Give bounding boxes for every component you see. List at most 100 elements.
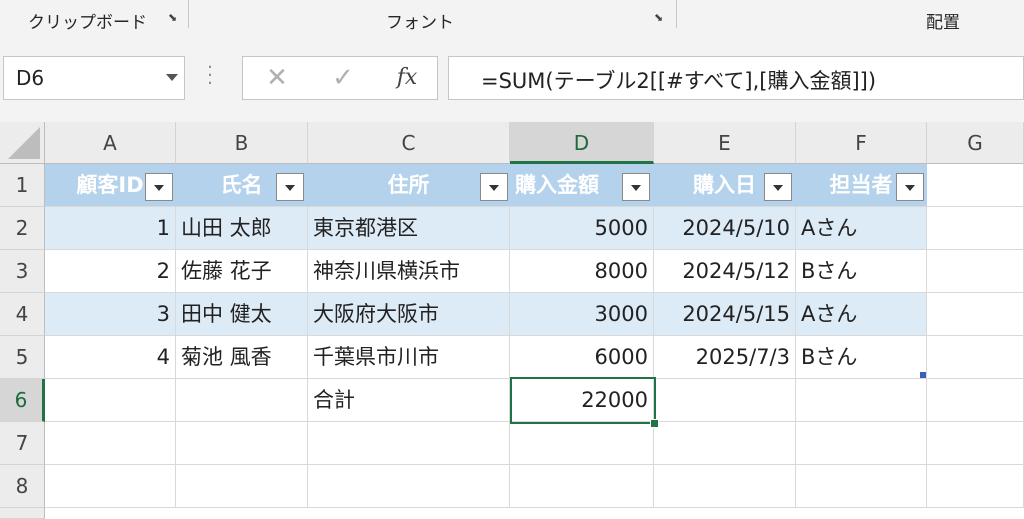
empty-cell[interactable] [510, 465, 654, 508]
row-header-5[interactable]: 5 [0, 336, 45, 379]
insert-function-icon[interactable]: fx [387, 61, 427, 95]
table-cell[interactable]: 6000 [510, 336, 654, 379]
table-header-name[interactable]: 氏名 [176, 164, 308, 207]
cancel-icon[interactable]: ✕ [257, 61, 297, 95]
table-cell[interactable]: 菊池 風香 [176, 336, 308, 379]
row-header-7[interactable]: 7 [0, 422, 45, 465]
active-cell-border [510, 377, 656, 424]
table-cell[interactable]: Aさん [796, 207, 927, 250]
empty-cell[interactable] [654, 379, 796, 422]
empty-cell[interactable] [654, 465, 796, 508]
empty-cell[interactable] [308, 465, 510, 508]
table-cell[interactable]: Aさん [796, 293, 927, 336]
empty-cell[interactable] [927, 379, 1024, 422]
row-header-3[interactable]: 3 [0, 250, 45, 293]
filter-dropdown-icon[interactable] [480, 173, 508, 201]
empty-cell[interactable] [927, 250, 1024, 293]
table-cell[interactable]: 2 [45, 250, 176, 293]
table-cell[interactable]: 2024/5/10 [654, 207, 796, 250]
empty-cell[interactable] [927, 207, 1024, 250]
empty-cell[interactable] [45, 422, 176, 465]
empty-cell[interactable] [308, 422, 510, 465]
table-header-purchase-amount[interactable]: 購入金額 [510, 164, 654, 207]
empty-cell[interactable] [796, 465, 927, 508]
filter-dropdown-icon[interactable] [145, 173, 173, 201]
table-header-label: 顧客ID [76, 173, 144, 197]
column-header-b[interactable]: B [176, 122, 308, 164]
empty-cell[interactable] [927, 465, 1024, 508]
table-cell[interactable]: 東京都港区 [308, 207, 510, 250]
table-header-address[interactable]: 住所 [308, 164, 510, 207]
table-cell[interactable]: 5000 [510, 207, 654, 250]
table-cell[interactable]: 1 [45, 207, 176, 250]
filter-dropdown-icon[interactable] [896, 173, 924, 201]
empty-cell[interactable] [927, 164, 1024, 207]
table-cell[interactable]: 千葉県市川市 [308, 336, 510, 379]
column-header-a[interactable]: A [45, 122, 176, 164]
table-cell[interactable]: 大阪府大阪市 [308, 293, 510, 336]
clipboard-dialog-launcher-icon[interactable]: ⬊ [168, 12, 180, 24]
table-header-label: 購入日 [693, 173, 756, 197]
row-header-6[interactable]: 6 [0, 379, 45, 422]
empty-cell[interactable] [176, 465, 308, 508]
fill-handle[interactable] [650, 419, 659, 428]
column-header-f[interactable]: F [796, 122, 927, 164]
row-header-8[interactable]: 8 [0, 465, 45, 508]
empty-cell[interactable] [45, 465, 176, 508]
filter-dropdown-icon[interactable] [764, 173, 792, 201]
empty-cell[interactable] [510, 422, 654, 465]
table-cell[interactable]: 神奈川県横浜市 [308, 250, 510, 293]
table-cell[interactable]: 8000 [510, 250, 654, 293]
more-options-icon[interactable]: · · · [207, 59, 213, 93]
table-cell[interactable]: Bさん [796, 250, 927, 293]
empty-cell[interactable] [927, 422, 1024, 465]
empty-cell[interactable] [176, 379, 308, 422]
empty-cell[interactable] [654, 422, 796, 465]
table-cell[interactable]: 山田 太郎 [176, 207, 308, 250]
row-header-4[interactable]: 4 [0, 293, 45, 336]
empty-cell[interactable] [927, 336, 1024, 379]
row-header-2[interactable]: 2 [0, 207, 45, 250]
formula-input[interactable]: =SUM(テーブル2[[#すべて],[購入金額]]) [448, 56, 1024, 100]
table-cell[interactable]: Bさん [796, 336, 927, 379]
empty-cell[interactable] [176, 422, 308, 465]
font-dialog-launcher-icon[interactable]: ⬊ [654, 12, 666, 24]
column-header-c[interactable]: C [308, 122, 510, 164]
column-header-d[interactable]: D [510, 122, 654, 164]
table-header-purchase-date[interactable]: 購入日 [654, 164, 796, 207]
column-header-e[interactable]: E [654, 122, 796, 164]
filter-dropdown-icon[interactable] [622, 173, 650, 201]
name-box-value: D6 [16, 66, 45, 90]
table-header-label: 購入金額 [515, 173, 599, 197]
empty-cell[interactable] [927, 293, 1024, 336]
ribbon-group-font-label: フォント [386, 13, 454, 33]
filter-dropdown-icon[interactable] [276, 173, 304, 201]
row-header-1[interactable]: 1 [0, 164, 45, 207]
formula-buttons: ✕ ✓ fx [242, 56, 438, 100]
table-cell[interactable]: 3 [45, 293, 176, 336]
table-cell[interactable]: 佐藤 花子 [176, 250, 308, 293]
table-cell[interactable]: 3000 [510, 293, 654, 336]
ribbon-group-clipboard-label: クリップボード [28, 13, 147, 33]
select-all-corner[interactable] [0, 122, 45, 164]
table-header-label: 担当者 [829, 173, 893, 197]
table-cell[interactable]: 2025/7/3 [654, 336, 796, 379]
empty-cell[interactable] [796, 379, 927, 422]
table-header-customer-id[interactable]: 顧客ID [45, 164, 176, 207]
empty-cell[interactable] [45, 379, 176, 422]
table-header-staff[interactable]: 担当者 [796, 164, 927, 207]
empty-cell[interactable] [796, 422, 927, 465]
table-cell[interactable]: 2024/5/12 [654, 250, 796, 293]
column-header-g[interactable]: G [927, 122, 1024, 164]
table-cell[interactable]: 2024/5/15 [654, 293, 796, 336]
table-cell[interactable]: 田中 健太 [176, 293, 308, 336]
name-box[interactable]: D6 [3, 56, 185, 100]
enter-icon[interactable]: ✓ [323, 61, 363, 95]
table-cell[interactable]: 4 [45, 336, 176, 379]
total-label-cell[interactable]: 合計 [308, 379, 510, 422]
row-header-9[interactable] [0, 508, 45, 519]
formula-text: =SUM(テーブル2[[#すべて],[購入金額]]) [481, 69, 877, 93]
chevron-down-icon[interactable] [166, 74, 178, 81]
table-resize-handle[interactable] [920, 372, 926, 378]
ribbon-group-alignment-label: 配置 [926, 13, 960, 33]
